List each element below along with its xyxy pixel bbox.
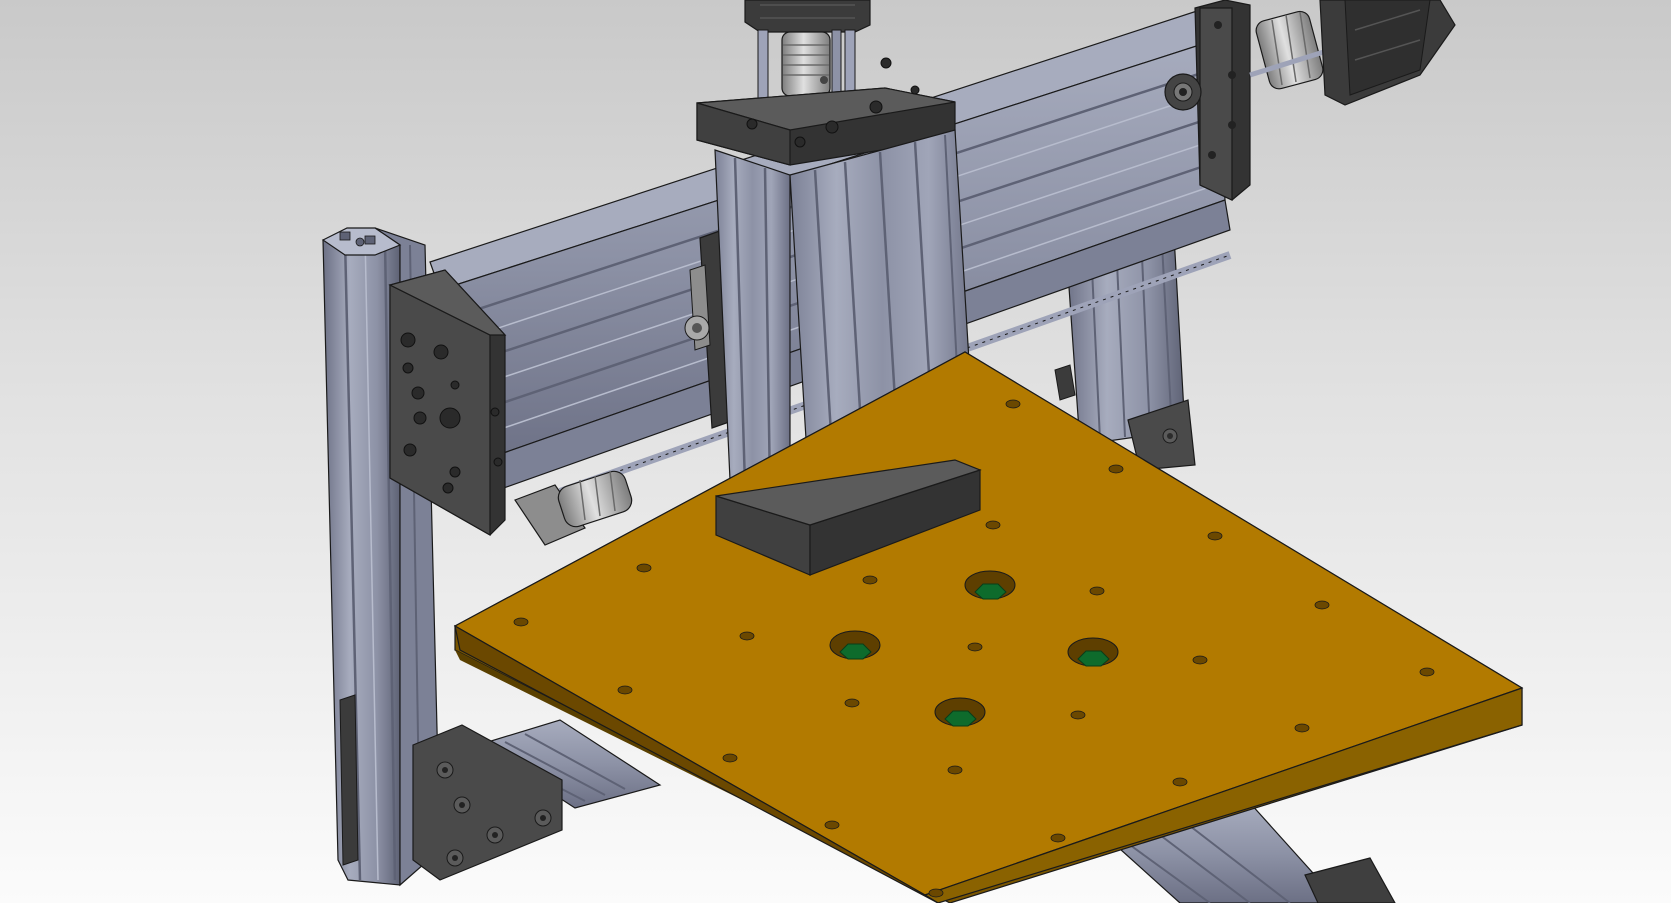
cnc-machine-model[interactable] bbox=[0, 0, 1671, 903]
x-axis-motor bbox=[1319, 0, 1456, 106]
z-motor-mount bbox=[744, 0, 871, 33]
counterbore-bolt bbox=[829, 630, 881, 660]
counterbore-bolt bbox=[934, 697, 986, 727]
counterbore-bolt bbox=[964, 570, 1016, 600]
x-axis-coupler bbox=[1249, 10, 1331, 90]
z-coupler bbox=[781, 31, 831, 97]
counterbore-bolt bbox=[1067, 637, 1119, 667]
cad-viewport[interactable] bbox=[0, 0, 1671, 903]
